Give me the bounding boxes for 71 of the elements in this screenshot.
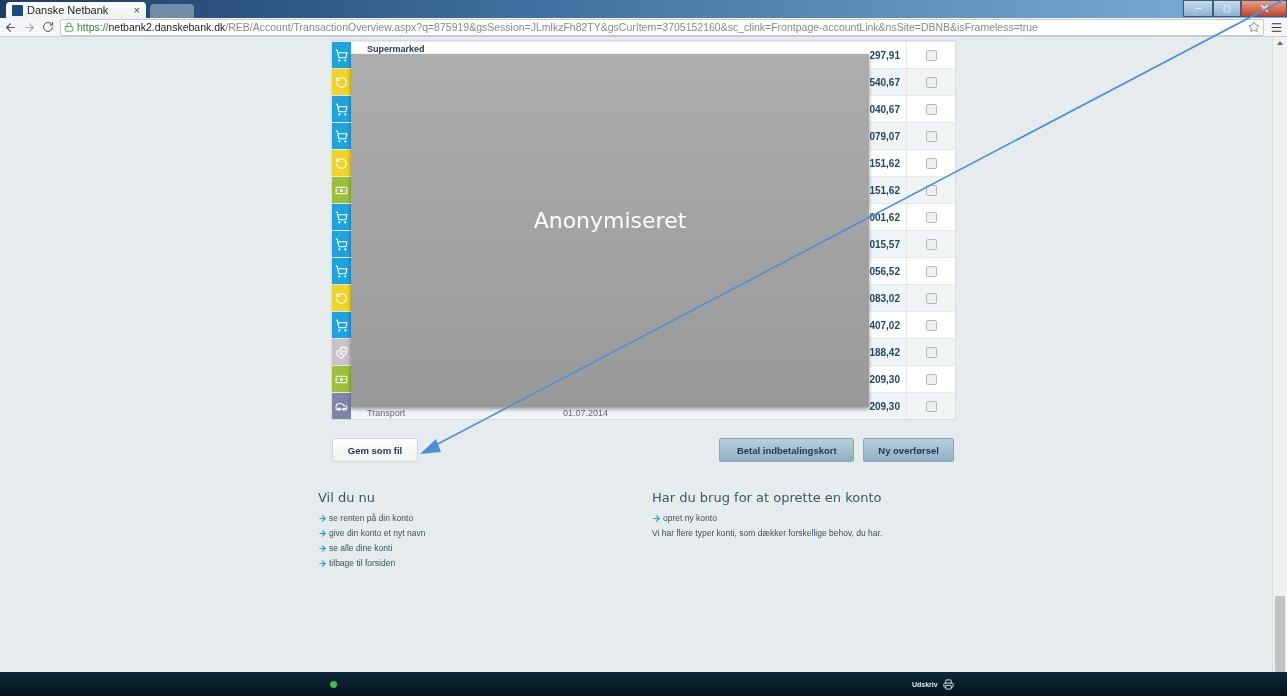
address-field[interactable]: https://netbank2.danskebank.dk/REB/Account/TransactionOverview.aspx?q=875919&gsSession=JLmlkzFh82TY&gsCurItem=3705152160&sc_clink=Frontpage-accountLink&nsSite=DBNB&isFrameless=true (60, 18, 1264, 36)
action-button[interactable]: Betal indbetalingskort (719, 438, 855, 462)
maximize-button[interactable] (1213, 0, 1241, 17)
checkbox[interactable] (925, 130, 937, 142)
category-text: Supermarked (367, 44, 426, 54)
checkbox[interactable] (925, 292, 937, 304)
bank-logo-icon (12, 4, 23, 16)
action-button[interactable]: Ny overførsel (863, 438, 954, 462)
scroll-up-icon[interactable] (1277, 41, 1283, 45)
checkbox[interactable] (925, 346, 937, 358)
arrow-right-icon (652, 513, 661, 523)
section-heading: Vil du nu (318, 490, 377, 505)
category-text: Transport (367, 408, 407, 418)
redaction-label: Anonymiseret (533, 208, 687, 233)
checkbox[interactable] (925, 238, 937, 250)
arrow-right-icon (318, 528, 327, 538)
amount-text: 540,67 (869, 76, 900, 88)
amount-text: 209,30 (869, 373, 900, 385)
arrow-right-icon (318, 543, 327, 553)
reload-icon[interactable] (42, 21, 54, 33)
amount-text: 040,67 (869, 103, 900, 115)
back-icon[interactable] (4, 20, 17, 34)
amount-text: 083,02 (869, 292, 900, 304)
amount-text: 188,42 (869, 346, 900, 358)
printer-icon (942, 678, 954, 690)
scrollbar-thumb[interactable] (1275, 596, 1285, 672)
tab-title: Danske Netbank (27, 4, 109, 16)
amount-text: 151,62 (869, 157, 900, 169)
amount-text: 209,30 (869, 400, 900, 412)
checkbox[interactable] (925, 103, 937, 115)
url-text: https://netbank2.danskebank.dk/REB/Account/TransactionOverview.aspx?q=875919&gsSession=JLmlkzFh82TY&gsCurItem=3705152160&sc_clink=Frontpage-accountLink&nsSite=DBNB&isFrameless=true (77, 21, 1038, 33)
amount-text: 001,62 (869, 211, 900, 223)
amount-text: 015,57 (869, 238, 900, 250)
arrow-right-icon (318, 558, 327, 568)
scrollbar[interactable] (1272, 37, 1287, 672)
bookmark-star-icon[interactable] (1248, 21, 1260, 33)
forward-icon[interactable] (23, 20, 36, 34)
amount-text: 079,07 (869, 130, 900, 142)
checkbox[interactable] (925, 49, 937, 61)
maximize-icon (1223, 4, 1231, 13)
arrow-link[interactable]: give din konto et nyt navn (318, 528, 652, 538)
save-file-button[interactable]: Gem som fil (332, 438, 418, 462)
checkbox[interactable] (925, 76, 937, 88)
checkbox[interactable] (925, 265, 937, 277)
amount-text: 151,62 (869, 184, 900, 196)
arrow-link[interactable]: se renten på din konto (318, 513, 652, 523)
browser-tab[interactable]: Danske Netbank × (6, 2, 146, 18)
amount-text: 056,52 (869, 265, 900, 277)
minimize-button[interactable] (1183, 0, 1213, 17)
arrow-link[interactable]: tilbage til forsiden (318, 558, 652, 568)
close-window-button[interactable] (1241, 0, 1287, 17)
checkbox[interactable] (925, 157, 937, 169)
close-icon (1258, 3, 1270, 14)
menu-icon[interactable] (1270, 20, 1283, 34)
close-tab-button[interactable]: × (133, 4, 140, 16)
amount-text: 407,02 (869, 319, 900, 331)
arrow-link[interactable]: opret ny konto (652, 513, 952, 523)
lock-icon (64, 22, 74, 32)
checkbox[interactable] (925, 319, 937, 331)
checkbox[interactable] (925, 184, 937, 196)
amount-text: 297,91 (869, 49, 900, 61)
section-heading: Har du brug for at oprette en konto (652, 490, 883, 505)
info-text: Vi har flere typer konti, som dækker forskellige behov, du har. (652, 528, 884, 538)
arrow-link[interactable]: se alle dine konti (318, 543, 652, 553)
checkbox[interactable] (925, 211, 937, 223)
checkbox[interactable] (925, 400, 937, 412)
arrow-right-icon (318, 513, 327, 523)
checkbox[interactable] (925, 373, 937, 385)
status-dot (330, 680, 337, 688)
date-text: 01.07.2014 (563, 408, 610, 418)
new-tab-button[interactable] (150, 4, 194, 18)
